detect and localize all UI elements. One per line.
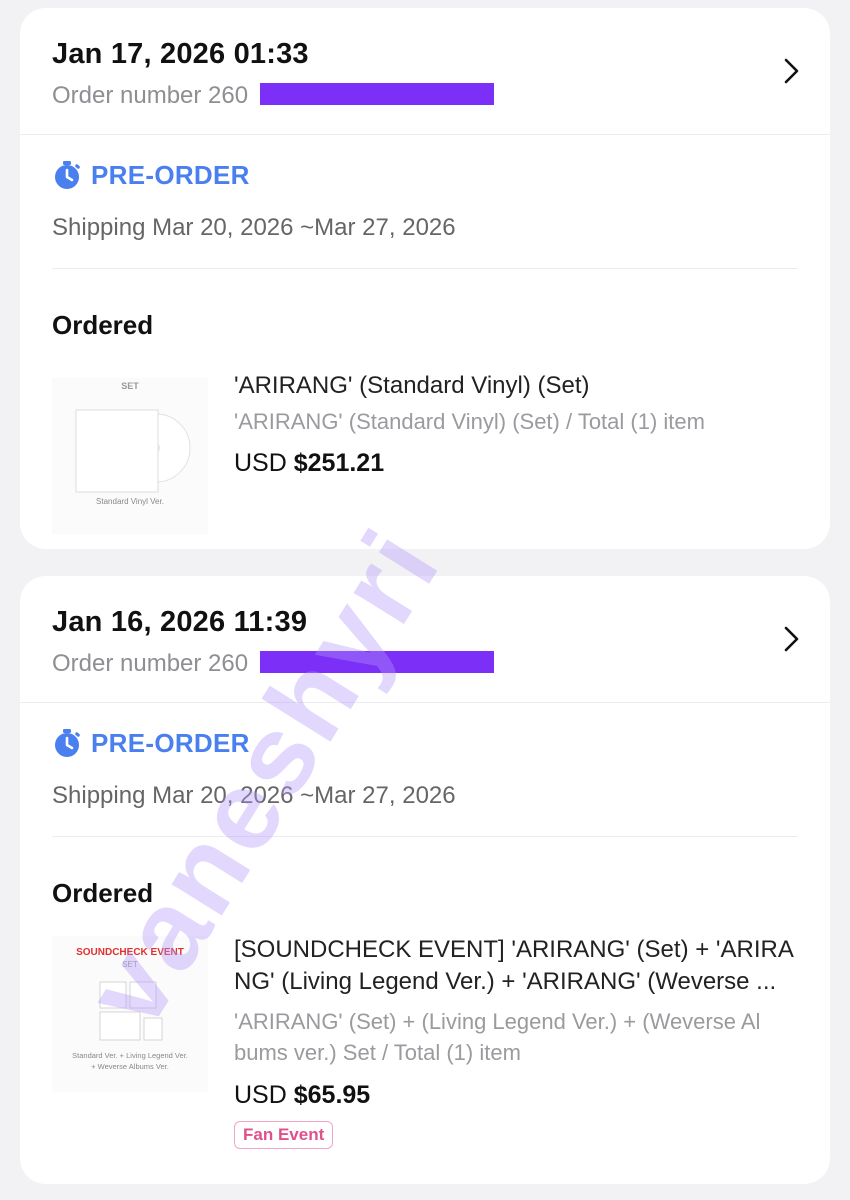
order-date: Jan 17, 2026 01:33 (52, 38, 309, 70)
product-thumbnail[interactable]: SET Standard Vinyl Ver. (52, 378, 208, 534)
product-details: 'ARIRANG' (Set) + (Living Legend Ver.) +… (234, 1006, 798, 1068)
product-name[interactable]: 'ARIRANG' (Standard Vinyl) (Set) (234, 370, 798, 402)
thumb-caption: Standard Vinyl Ver. (96, 497, 164, 506)
divider (52, 836, 798, 837)
order-number: Order number 260 (52, 82, 249, 109)
order-date: Jan 16, 2026 11:39 (52, 606, 308, 638)
product-price: USD $65.95 (234, 1081, 370, 1110)
preorder-status: PRE-ORDER (52, 726, 250, 760)
redaction-bar (260, 83, 494, 105)
price-amount: $251.21 (293, 449, 385, 477)
preorder-label: PRE-ORDER (91, 159, 250, 190)
product-thumbnail[interactable]: SOUNDCHECK EVENT SET Standard Ver. + Liv… (52, 936, 208, 1092)
thumb-caption: + Weverse Albums Ver. (91, 1062, 169, 1071)
event-set-image: SOUNDCHECK EVENT SET Standard Ver. + Liv… (52, 936, 208, 1092)
product-name-line: [SOUNDCHECK EVENT] 'ARIRANG' (Set) + 'AR… (234, 936, 794, 963)
thumb-caption: Standard Ver. + Living Legend Ver. (72, 1051, 188, 1060)
product-price: USD $251.21 (234, 449, 384, 478)
chevron-right-icon[interactable] (778, 626, 804, 652)
preorder-label: PRE-ORDER (91, 727, 250, 758)
thumb-top-text: SET (122, 960, 138, 969)
stopwatch-icon (55, 729, 80, 757)
currency: USD (234, 1081, 287, 1109)
shipping-dates: Shipping Mar 20, 2026 ~Mar 27, 2026 (52, 782, 456, 809)
product-details: 'ARIRANG' (Standard Vinyl) (Set) / Total… (234, 409, 705, 434)
section-heading: Ordered (52, 878, 154, 908)
product-name-line: NG' (Living Legend Ver.) + 'ARIRANG' (We… (234, 968, 777, 995)
product-details-line: 'ARIRANG' (Set) + (Living Legend Ver.) +… (234, 1009, 761, 1034)
order-number: Order number 260 (52, 650, 249, 677)
product-details-line: bums ver.) Set / Total (1) item (234, 1040, 521, 1065)
redaction-bar (260, 651, 494, 673)
thumb-top-text: SET (121, 381, 139, 391)
vinyl-set-image: SET Standard Vinyl Ver. (52, 378, 208, 534)
section-heading: Ordered (52, 310, 154, 340)
price-amount: $65.95 (293, 1081, 371, 1109)
currency: USD (234, 449, 287, 477)
fan-event-badge: Fan Event (234, 1121, 334, 1149)
shipping-dates: Shipping Mar 20, 2026 ~Mar 27, 2026 (52, 214, 456, 241)
chevron-right-icon[interactable] (778, 58, 804, 84)
preorder-status: PRE-ORDER (52, 158, 250, 192)
divider (52, 268, 798, 269)
order-header[interactable]: Jan 16, 2026 11:39 Order number 260 (20, 576, 830, 703)
product-name[interactable]: [SOUNDCHECK EVENT] 'ARIRANG' (Set) + 'AR… (234, 934, 798, 998)
stopwatch-icon (55, 161, 80, 189)
thumb-event-text: SOUNDCHECK EVENT (76, 947, 184, 958)
order-card[interactable]: Jan 16, 2026 11:39 Order number 260 PRE-… (20, 576, 830, 1184)
order-card[interactable]: Jan 17, 2026 01:33 Order number 260 PRE-… (20, 8, 830, 549)
order-header[interactable]: Jan 17, 2026 01:33 Order number 260 (20, 8, 830, 135)
